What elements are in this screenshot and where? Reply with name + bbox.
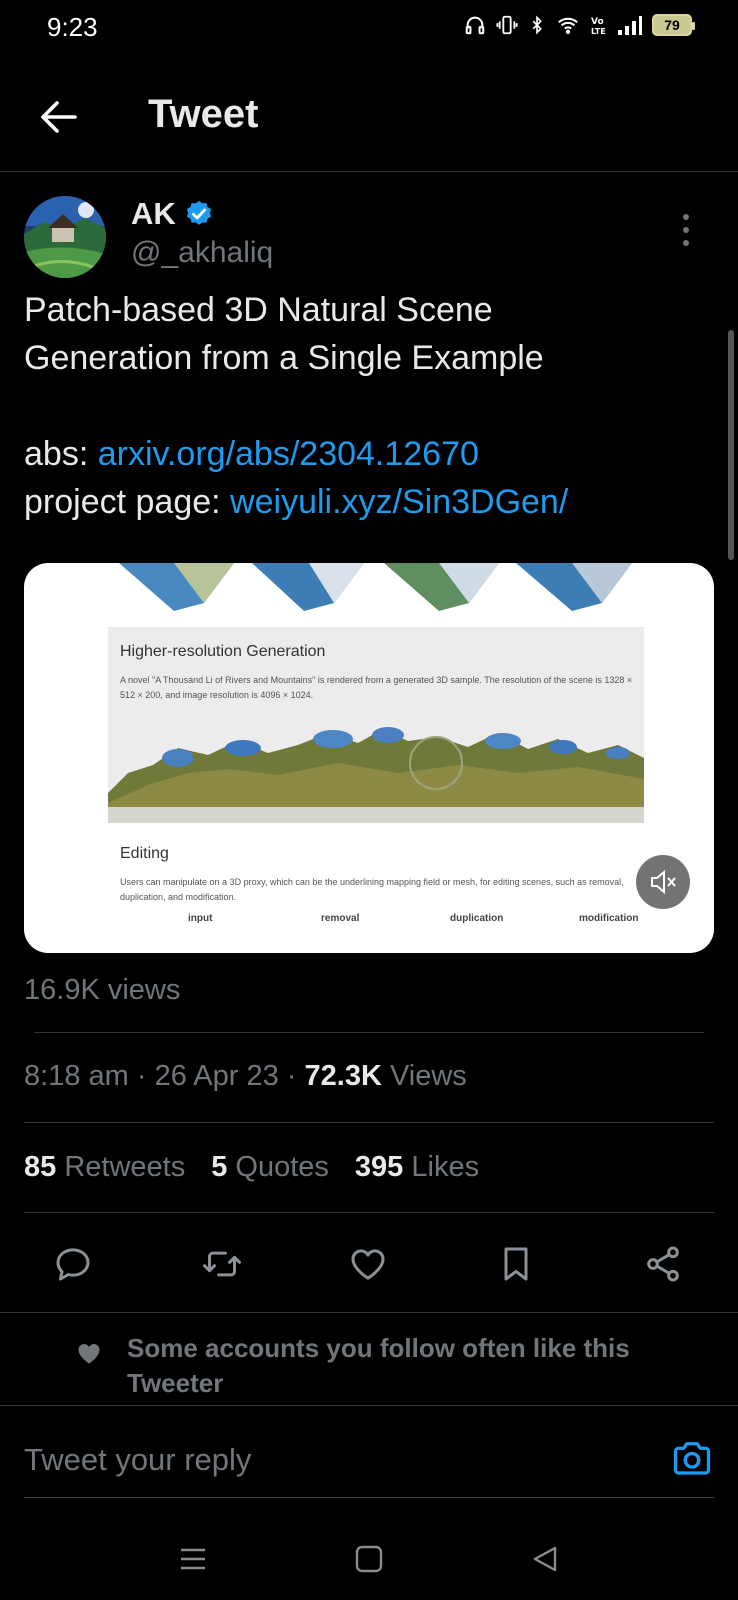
camera-icon <box>673 1442 711 1475</box>
editing-description: Users can manipulate on a 3D proxy, whic… <box>120 877 624 902</box>
more-dot-icon <box>683 214 689 220</box>
more-options-button[interactable] <box>676 214 696 246</box>
signal-icon <box>618 16 642 35</box>
status-icons: Vo LTE 79 <box>464 14 695 36</box>
likes-label: Likes <box>411 1151 480 1183</box>
system-back-button[interactable] <box>520 1534 570 1584</box>
quotes-stat[interactable]: 5 Quotes <box>211 1151 329 1184</box>
author-name[interactable]: AK <box>131 196 214 232</box>
back-button[interactable] <box>34 92 84 142</box>
heart-filled-icon <box>78 1344 100 1364</box>
tweet-time: 8:18 am <box>24 1060 129 1092</box>
mute-button[interactable] <box>636 855 690 909</box>
video-views: 16.9K views <box>24 974 181 1006</box>
svg-text:LTE: LTE <box>591 27 606 36</box>
panel-title: Higher-resolution Generation <box>120 643 326 660</box>
status-bar: 9:23 Vo LTE 79 <box>0 0 738 56</box>
higher-resolution-panel: Higher-resolution Generation A novel "A … <box>108 627 644 823</box>
headphones-icon <box>465 16 485 35</box>
triangle-back-icon <box>533 1546 557 1572</box>
speaker-muted-icon <box>651 869 676 895</box>
home-square-icon <box>355 1545 383 1573</box>
likes-stat[interactable]: 395 Likes <box>355 1151 479 1184</box>
label-removal: removal <box>321 913 360 924</box>
divider <box>24 1122 714 1123</box>
bookmark-icon <box>504 1247 528 1281</box>
status-time: 9:23 <box>47 12 98 42</box>
panel-description: A novel "A Thousand Li of Rivers and Mou… <box>120 675 633 700</box>
project-label: project page: <box>24 483 221 521</box>
editing-labels: input removal duplication modification <box>120 913 650 933</box>
terrain-tiles-image <box>119 563 632 611</box>
views-label: Views <box>389 1060 467 1092</box>
label-input: input <box>188 913 213 924</box>
camera-button[interactable] <box>670 1438 714 1478</box>
wifi-icon <box>558 17 578 35</box>
retweet-icon <box>203 1251 241 1277</box>
views-count: 72.3K <box>304 1060 382 1092</box>
svg-text:Vo: Vo <box>591 17 604 27</box>
avatar[interactable] <box>24 196 106 278</box>
avatar-image <box>24 196 106 278</box>
retweet-button[interactable] <box>190 1232 254 1296</box>
share-icon <box>647 1246 679 1282</box>
retweets-label: Retweets <box>64 1151 186 1183</box>
engagement-stats: 85 Retweets 5 Quotes 395 Likes <box>24 1151 479 1184</box>
terrain-render-image <box>108 727 644 823</box>
tweet-date: 26 Apr 23 <box>154 1060 279 1092</box>
more-dot-icon <box>683 227 689 233</box>
label-duplication: duplication <box>450 913 504 924</box>
tweet-action-bar <box>0 1232 738 1296</box>
home-button[interactable] <box>344 1534 394 1584</box>
scrollbar[interactable] <box>728 330 734 560</box>
like-button[interactable] <box>336 1232 400 1296</box>
system-nav-bar <box>0 1520 738 1600</box>
vibrate-icon <box>496 15 518 35</box>
tweet-text-line: Generation from a Single Example <box>24 339 544 377</box>
tweet-media-video[interactable]: Higher-resolution Generation A novel "A … <box>24 563 714 953</box>
abs-label: abs: <box>24 435 89 473</box>
page-title: Tweet <box>148 92 259 136</box>
likes-count: 395 <box>354 1151 404 1183</box>
reply-icon <box>56 1248 90 1281</box>
video-frame: Higher-resolution Generation A novel "A … <box>24 563 714 953</box>
volte-icon: VoLTE <box>591 17 606 36</box>
author-name-text: AK <box>131 196 176 231</box>
project-line: project page: weiyuli.xyz/Sin3DGen/ <box>24 478 714 526</box>
bluetooth-icon <box>532 15 542 35</box>
menu-icon <box>181 1548 205 1570</box>
tweet-timestamp-line: 8:18 am · 26 Apr 23 · 72.3K Views <box>24 1060 467 1092</box>
reply-bar <box>24 1432 714 1498</box>
abs-link[interactable]: arxiv.org/abs/2304.12670 <box>98 435 479 473</box>
battery-indicator: 79 <box>652 14 695 36</box>
more-dot-icon <box>683 240 689 246</box>
reply-input[interactable] <box>24 1440 624 1480</box>
tweet-text: Patch-based 3D Natural Scene Generation … <box>24 286 714 526</box>
bookmark-button[interactable] <box>484 1232 548 1296</box>
share-button[interactable] <box>631 1232 695 1296</box>
back-arrow-icon <box>41 101 77 133</box>
social-context: Some accounts you follow often like this… <box>0 1312 738 1406</box>
label-modification: modification <box>579 913 639 924</box>
author-handle[interactable]: @_akhaliq <box>131 236 273 270</box>
divider <box>34 1032 704 1033</box>
verified-badge-icon <box>186 200 211 225</box>
top-app-bar: Tweet <box>0 72 738 172</box>
heart-icon <box>351 1249 385 1280</box>
tweet-text-line: Patch-based 3D Natural Scene <box>24 291 493 329</box>
retweets-stat[interactable]: 85 Retweets <box>24 1151 185 1184</box>
social-context-text: Some accounts you follow often like this… <box>127 1333 630 1398</box>
abs-line: abs: arxiv.org/abs/2304.12670 <box>24 430 714 478</box>
menu-button[interactable] <box>168 1534 218 1584</box>
reply-button[interactable] <box>41 1232 105 1296</box>
project-link[interactable]: weiyuli.xyz/Sin3DGen/ <box>230 483 568 521</box>
editing-title: Editing <box>120 845 169 862</box>
quotes-label: Quotes <box>235 1151 329 1183</box>
retweets-count: 85 <box>24 1151 57 1183</box>
quotes-count: 5 <box>211 1151 228 1183</box>
divider <box>24 1212 714 1213</box>
